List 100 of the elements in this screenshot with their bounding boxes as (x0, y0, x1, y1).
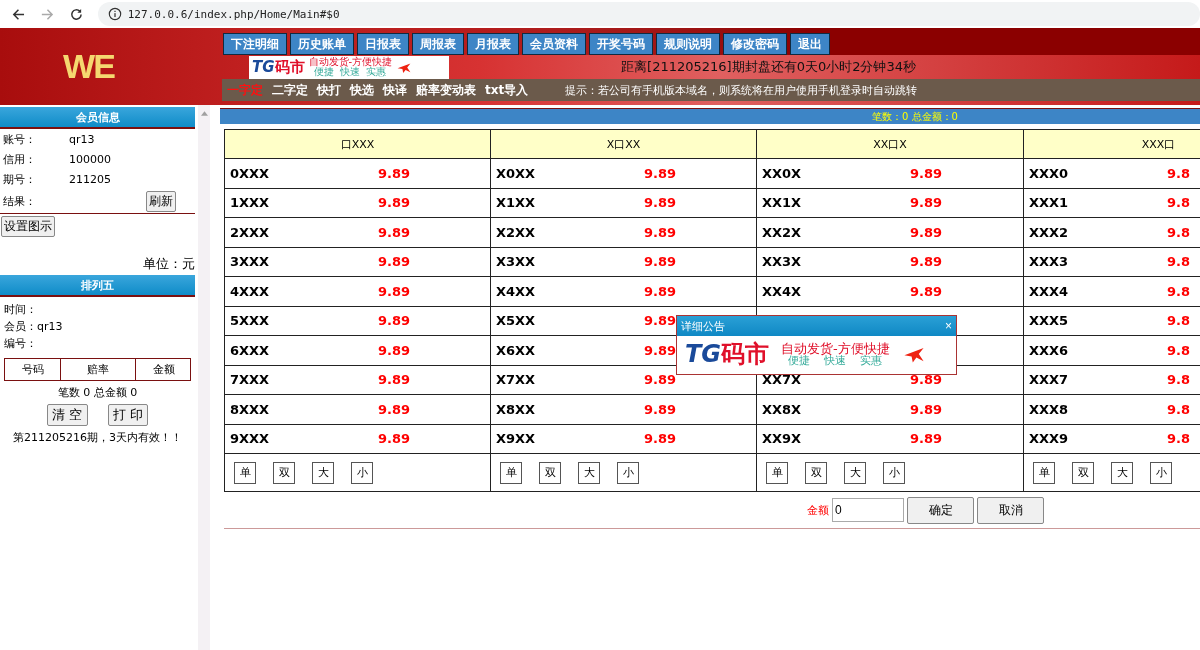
number-code[interactable]: 4XXX (230, 283, 378, 299)
nav-button[interactable]: 会员资料 (522, 33, 586, 55)
refresh-button[interactable]: 刷新 (146, 190, 176, 212)
odds-value: 9.89 (644, 165, 677, 181)
bet-type-tab[interactable]: 快打 (317, 81, 341, 99)
bet-type-tab[interactable]: 赔率变动表 (416, 81, 476, 99)
nav-button[interactable]: 规则说明 (656, 33, 720, 55)
number-code[interactable]: XX0X (762, 165, 910, 181)
odds-value: 9.8 (1167, 195, 1191, 211)
quick-pick-button[interactable]: 双 (273, 461, 295, 484)
number-code[interactable]: 5XXX (230, 313, 378, 329)
bet-type-tab[interactable]: 快译 (383, 81, 407, 99)
quick-pick-button[interactable]: 单 (766, 461, 788, 484)
number-code[interactable]: XX7X (762, 372, 910, 388)
number-code[interactable]: X4XX (496, 283, 644, 299)
field-value: 211205 (69, 172, 111, 186)
number-code[interactable]: 7XXX (230, 372, 378, 388)
odds-value: 9.89 (378, 342, 411, 358)
number-code[interactable]: 0XXX (230, 165, 378, 181)
nav-button[interactable]: 历史账单 (290, 33, 354, 55)
number-code[interactable]: X3XX (496, 254, 644, 270)
quick-pick-button[interactable]: 小 (883, 461, 905, 484)
number-code[interactable]: XXX5 (1029, 313, 1167, 329)
quick-pick-button[interactable]: 大 (578, 461, 600, 484)
quick-pick-button[interactable]: 双 (805, 461, 827, 484)
scrollbar[interactable] (198, 105, 210, 650)
number-code[interactable]: XX9X (762, 431, 910, 447)
number-code[interactable]: X9XX (496, 431, 644, 447)
logo: WE (63, 47, 114, 86)
quick-pick-button[interactable]: 单 (1033, 461, 1055, 484)
number-code[interactable]: XX1X (762, 195, 910, 211)
nav-button[interactable]: 日报表 (357, 33, 409, 55)
nav-button[interactable]: 周报表 (412, 33, 464, 55)
number-code[interactable]: XXX7 (1029, 372, 1167, 388)
column-header: XX口X (756, 129, 1024, 159)
form-button[interactable]: 取消 (977, 496, 1044, 524)
quick-pick-button[interactable]: 大 (844, 461, 866, 484)
quick-pick-button[interactable]: 单 (500, 461, 522, 484)
number-code[interactable]: XXX0 (1029, 165, 1167, 181)
nav-button[interactable]: 开奖号码 (589, 33, 653, 55)
quick-pick-button[interactable]: 大 (312, 461, 334, 484)
legend-settings-button[interactable]: 设置图示 (1, 216, 55, 237)
field-label: 账号： (3, 131, 37, 147)
info-icon[interactable] (107, 7, 122, 21)
quick-pick-button[interactable]: 小 (351, 461, 373, 484)
odds-value: 9.89 (378, 165, 411, 181)
nav-button[interactable]: 退出 (790, 33, 830, 55)
bet-type-tab[interactable]: txt导入 (485, 81, 529, 99)
bet-type-tab[interactable]: 二字定 (272, 81, 308, 99)
number-code[interactable]: XXX4 (1029, 283, 1167, 299)
odds-value: 9.89 (910, 165, 943, 181)
odds-value: 9.89 (910, 254, 943, 270)
number-code[interactable]: 6XXX (230, 342, 378, 358)
form-button[interactable]: 确定 (907, 496, 974, 524)
action-button[interactable]: 清 空 (47, 404, 88, 426)
quick-pick-button[interactable]: 单 (234, 461, 256, 484)
number-code[interactable]: XXX3 (1029, 254, 1167, 270)
quick-pick-button[interactable]: 小 (1150, 461, 1172, 484)
bet-type-tab[interactable]: 快选 (350, 81, 374, 99)
number-code[interactable]: X1XX (496, 195, 644, 211)
odds-value: 9.89 (910, 372, 943, 388)
number-code[interactable]: XX2X (762, 224, 910, 240)
nav-button[interactable]: 下注明细 (223, 33, 287, 55)
column-header: 号码 (5, 359, 61, 380)
number-code[interactable]: XXX9 (1029, 431, 1167, 447)
odds-value: 9.89 (644, 224, 677, 240)
quick-pick-button[interactable]: 双 (1072, 461, 1094, 484)
number-code[interactable]: X0XX (496, 165, 644, 181)
number-code[interactable]: XXX6 (1029, 342, 1167, 358)
number-code[interactable]: X6XX (496, 342, 644, 358)
number-code[interactable]: X5XX (496, 313, 644, 329)
odds-value: 9.89 (910, 401, 943, 417)
number-code[interactable]: XXX2 (1029, 224, 1167, 240)
number-code[interactable]: XXX1 (1029, 195, 1167, 211)
field-value: 100000 (69, 152, 111, 166)
address-bar[interactable]: 127.0.0.6/index.php/Home/Main#$0 (97, 2, 1200, 26)
number-code[interactable]: 3XXX (230, 254, 378, 270)
notice-text: 第211205216期，3天内有效！！ (13, 430, 182, 445)
number-code[interactable]: 2XXX (230, 224, 378, 240)
number-code[interactable]: 9XXX (230, 431, 378, 447)
number-code[interactable]: X7XX (496, 372, 644, 388)
nav-button[interactable]: 月报表 (467, 33, 519, 55)
number-code[interactable]: XX3X (762, 254, 910, 270)
action-button[interactable]: 打 印 (107, 404, 148, 426)
hint-text: 提示：若公司有手机版本域名，则系统将在用户使用手机登录时自动跳转 (565, 82, 918, 98)
number-code[interactable]: X8XX (496, 401, 644, 417)
odds-value: 9.89 (910, 431, 943, 447)
number-code[interactable]: 8XXX (230, 401, 378, 417)
reload-icon[interactable] (68, 6, 84, 22)
quick-pick-button[interactable]: 双 (539, 461, 561, 484)
info-line: 时间： (4, 302, 38, 317)
amount-field[interactable]: 0 (832, 498, 904, 522)
quick-pick-button[interactable]: 小 (617, 461, 639, 484)
number-code[interactable]: XXX8 (1029, 401, 1167, 417)
number-code[interactable]: XX8X (762, 401, 910, 417)
quick-pick-button[interactable]: 大 (1111, 461, 1133, 484)
number-code[interactable]: 1XXX (230, 195, 378, 211)
number-code[interactable]: XX4X (762, 283, 910, 299)
nav-button[interactable]: 修改密码 (723, 33, 787, 55)
number-code[interactable]: X2XX (496, 224, 644, 240)
